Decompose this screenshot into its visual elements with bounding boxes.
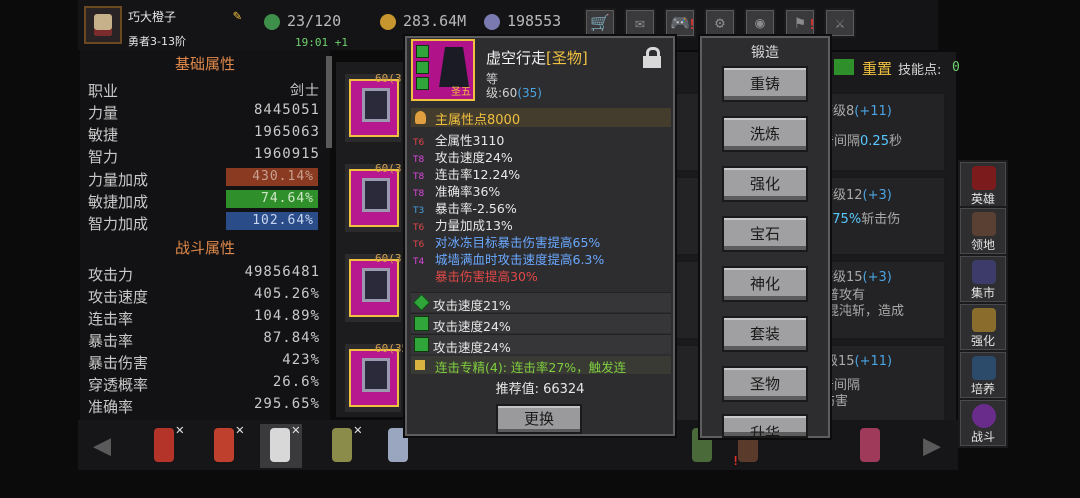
gem-icon xyxy=(484,14,500,30)
energy-timer: 19:01 +1 xyxy=(295,36,348,49)
nav-market[interactable]: 集市 xyxy=(958,254,1008,304)
gem-row: 攻击速度21% xyxy=(411,292,671,313)
item-attr: T6 对冰冻目标暴击伤害提高65% xyxy=(413,235,601,250)
attr-row: 力量 8445051 xyxy=(88,102,320,122)
refine-button[interactable]: 洗炼 xyxy=(722,116,808,152)
gem-icon xyxy=(414,337,429,352)
item-attr: 暴击伤害提高30% xyxy=(435,269,538,284)
equipment-slot[interactable]: 60(35 xyxy=(343,342,408,414)
anvil-icon xyxy=(972,308,996,332)
item-attr: T3 暴击率-2.56% xyxy=(413,201,517,216)
prev-arrow-icon[interactable]: ◀ xyxy=(82,428,122,464)
nav-territory[interactable]: 领地 xyxy=(958,206,1008,256)
hero-slot-selected[interactable]: ✕ xyxy=(260,422,302,468)
recommend-value: 推荐值: 66324 xyxy=(495,382,585,397)
next-arrow-icon[interactable]: ▶ xyxy=(912,428,952,464)
player-rank: 勇者3-13阶 xyxy=(128,35,186,48)
enhance-button[interactable]: 强化 xyxy=(722,166,808,202)
gem-icon xyxy=(413,294,430,311)
attr-row: 穿透概率 26.6% xyxy=(88,374,320,394)
attr-row: 攻击力 49856481 xyxy=(88,264,320,284)
attr-row-bonus: 敏捷加成 74.64% xyxy=(88,189,324,211)
equipment-slot[interactable]: 60(3 xyxy=(343,162,403,234)
skill-points-label: 技能点: xyxy=(898,63,942,78)
attr-row-bonus: 智力加成 102.64% xyxy=(88,211,324,233)
attr-row-bonus: 力量加成 430.14% xyxy=(88,167,324,189)
gold-icon xyxy=(380,14,396,30)
attr-row: 职业 剑士 xyxy=(88,82,320,100)
gem-row: 攻击速度24% xyxy=(411,313,671,334)
lock-icon[interactable] xyxy=(643,47,661,68)
nav-enhance[interactable]: 强化 xyxy=(958,302,1008,352)
hero-icon xyxy=(972,166,996,190)
basic-attributes-title: 基础属性 xyxy=(174,55,235,73)
item-attr: T4 城墙满血时攻击速度提高6.3% xyxy=(413,252,605,267)
attr-row: 智力 1960915 xyxy=(88,146,320,166)
attr-row: 准确率 295.65% xyxy=(88,396,320,416)
equipment-slot[interactable]: 60(3 xyxy=(343,252,403,324)
hero-slot[interactable]: ✕ xyxy=(204,422,246,468)
deify-button[interactable]: 神化 xyxy=(722,266,808,302)
relic-button[interactable]: 圣物 xyxy=(722,366,808,402)
edit-name-icon[interactable]: ✎ xyxy=(233,8,249,24)
item-attr: T8 准确率36% xyxy=(413,184,501,199)
item-attr: T8 攻击速度24% xyxy=(413,150,513,165)
combat-attributes-title: 战斗属性 xyxy=(174,239,235,257)
nav-train[interactable]: 培养 xyxy=(958,350,1008,400)
ascend-button[interactable]: 升华 xyxy=(722,414,808,438)
item-attr: T6 力量加成13% xyxy=(413,218,513,233)
train-icon xyxy=(972,356,996,380)
market-icon xyxy=(972,260,996,284)
hero-slot[interactable] xyxy=(850,424,892,468)
energy-icon xyxy=(264,14,280,30)
reset-button[interactable]: 重置 xyxy=(862,58,892,79)
equipment-slot[interactable]: 60(3 xyxy=(343,72,403,144)
fire-icon xyxy=(415,111,426,124)
attr-row: 攻击速度 405.26% xyxy=(88,286,320,306)
item-attr: T8 连击率12.24% xyxy=(413,167,521,182)
gold-value: 283.64M xyxy=(403,12,467,30)
boots-icon xyxy=(439,47,469,87)
skill-points-value: 0 xyxy=(952,60,960,75)
gem-button[interactable]: 宝石 xyxy=(722,216,808,252)
item-name: 虚空行走[圣物] xyxy=(486,49,588,67)
portal-icon xyxy=(972,404,996,428)
replace-button[interactable]: 更换 xyxy=(496,404,582,434)
gem-slot-icon xyxy=(416,45,429,58)
energy-value: 23/120 xyxy=(287,12,342,30)
hero-slot[interactable]: ✕ xyxy=(144,422,186,468)
forge-title: 锻造 xyxy=(751,45,779,61)
attr-row: 暴击伤害 423% xyxy=(88,352,320,372)
main-attribute: 主属性点8000 xyxy=(411,108,671,128)
item-attr: T6 全属性3110 xyxy=(413,133,505,148)
set-bonus: 连击专精(4): 连击率27%，触发连 xyxy=(411,356,671,374)
player-avatar[interactable] xyxy=(84,6,122,44)
video-icon[interactable] xyxy=(834,59,854,75)
gem-slot-icon xyxy=(416,77,429,90)
gem-value: 198553 xyxy=(507,12,562,30)
nav-hero[interactable]: 英雄 xyxy=(958,160,1008,210)
item-icon: 圣五 xyxy=(411,39,475,101)
player-name: 巧大橙子 xyxy=(128,10,177,24)
hero-slot[interactable]: ✕ xyxy=(322,422,364,468)
attr-row: 敏捷 1965063 xyxy=(88,124,320,144)
gem-row: 攻击速度24% xyxy=(411,334,671,355)
nav-battle[interactable]: 战斗 xyxy=(958,398,1008,448)
set-icon xyxy=(415,360,425,370)
item-level: 级:60(35) xyxy=(486,86,542,100)
gem-slot-icon xyxy=(416,61,429,74)
recast-button[interactable]: 重铸 xyxy=(722,66,808,102)
set-button[interactable]: 套装 xyxy=(722,316,808,352)
attr-row: 暴击率 87.84% xyxy=(88,330,320,350)
attr-row: 连击率 104.89% xyxy=(88,308,320,328)
gem-icon xyxy=(414,316,429,331)
castle-icon xyxy=(972,212,996,236)
